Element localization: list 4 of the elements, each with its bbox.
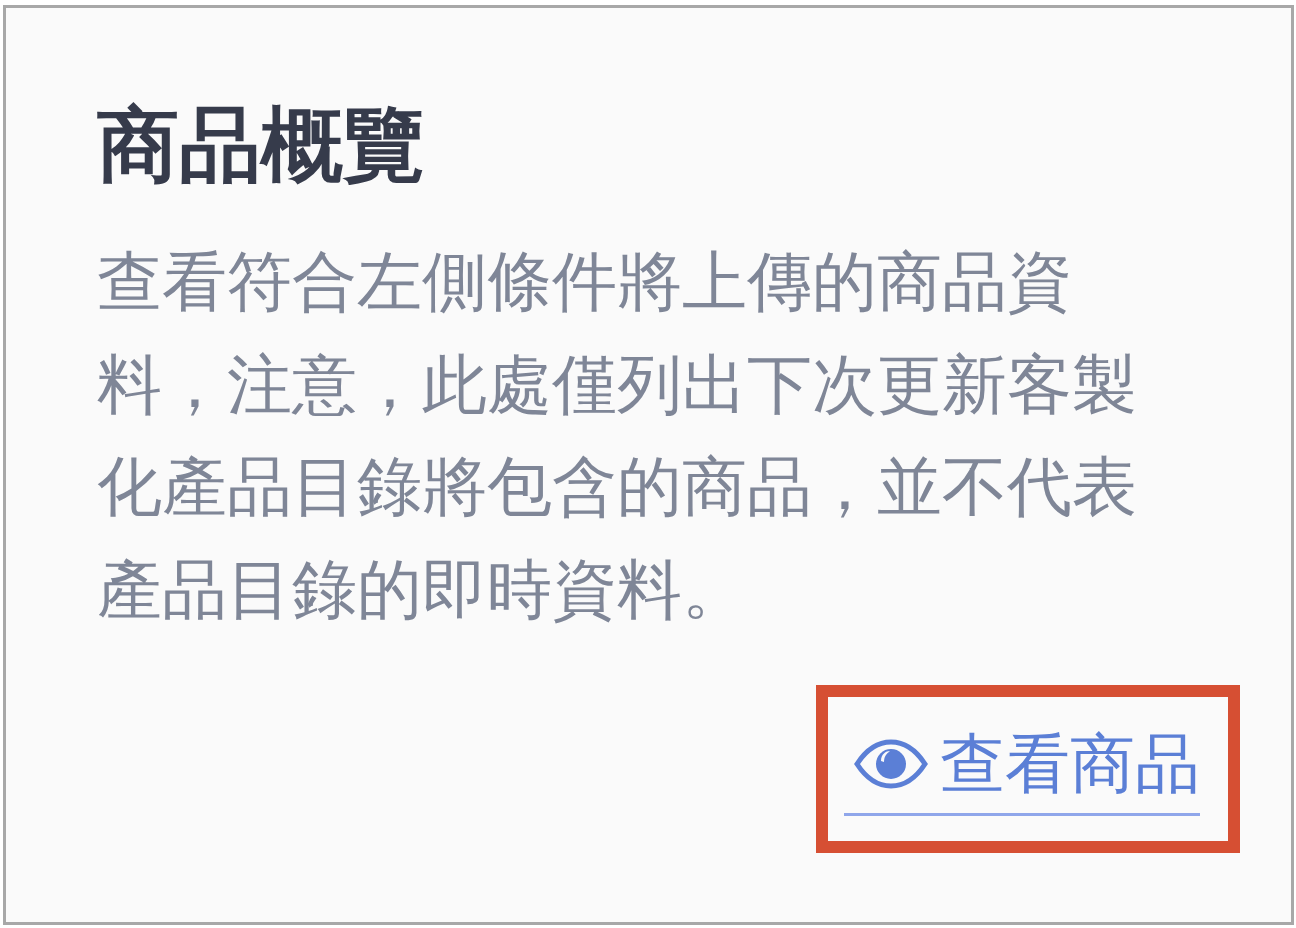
eye-icon [854, 739, 928, 789]
view-products-link[interactable]: 查看商品 [844, 725, 1200, 816]
card-description: 查看符合左側條件將上傳的商品資料，注意，此處僅列出下次更新客製化產品目錄將包含的商品，並不代表產品目錄的即時資料。 [97, 244, 1138, 628]
card-title: 商品概覽 [97, 98, 425, 192]
